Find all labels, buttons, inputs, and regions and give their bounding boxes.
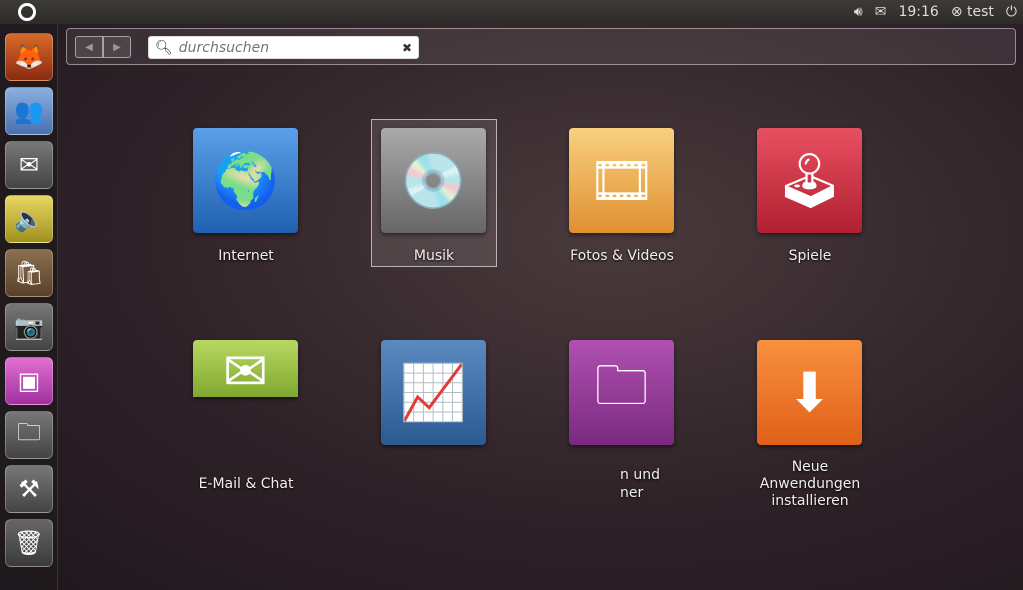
photos-videos-tile-icon[interactable]: 🎞 <box>569 128 674 233</box>
internet-label[interactable]: Internet <box>166 248 326 265</box>
office-chart-tile-icon[interactable]: 📈 <box>381 340 486 445</box>
ubuntu-logo-icon[interactable] <box>18 3 36 21</box>
launcher: 🦊 👥 ✉ 🔈 🛍 📷 ▣ 🗀 ⚒ 🗑 <box>0 24 58 590</box>
games-label[interactable]: Spiele <box>730 248 890 265</box>
photos-videos-label[interactable]: Fotos & Videos <box>542 248 702 265</box>
dash-search-bar: ◀ ▶ 🔍︎ ✖ <box>66 28 1016 65</box>
files-label-line2[interactable]: ner <box>620 485 680 502</box>
launcher-firefox-icon[interactable]: 🦊 <box>5 33 53 81</box>
launcher-rhythmbox-icon[interactable]: 🔈 <box>5 195 53 243</box>
files-folders-tile-icon[interactable]: 🗀 <box>569 340 674 445</box>
user-menu[interactable]: ⊗ test <box>951 4 994 20</box>
internet-tile-icon[interactable]: 🌍 <box>193 128 298 233</box>
power-icon[interactable]: ⏻ <box>1006 4 1017 20</box>
launcher-workspaces-icon[interactable]: ▣ <box>5 357 53 405</box>
volume-icon[interactable]: 🔊︎ <box>854 4 863 20</box>
clock[interactable]: 19:16 <box>898 4 938 20</box>
install-apps-label[interactable]: Neue Anwendungen installieren <box>740 459 880 510</box>
games-tile-icon[interactable]: 🕹 <box>757 128 862 233</box>
email-chat-label[interactable]: E-Mail & Chat <box>166 476 326 493</box>
search-input[interactable] <box>178 39 402 56</box>
user-name: test <box>967 4 994 20</box>
back-button[interactable]: ◀ <box>75 36 103 58</box>
search-field[interactable]: 🔍︎ ✖ <box>148 36 419 59</box>
user-icon: ⊗ <box>950 4 963 20</box>
email-chat-tile-icon[interactable]: ✉ <box>193 340 298 403</box>
launcher-software-center-icon[interactable]: 🛍 <box>5 249 53 297</box>
music-label[interactable]: Musik <box>354 248 514 265</box>
launcher-trash-icon[interactable]: 🗑 <box>5 519 53 567</box>
indicator-tray: 🔊︎ ✉ 19:16 ⊗ test ⏻ <box>854 0 1017 24</box>
forward-button[interactable]: ▶ <box>103 36 131 58</box>
files-label-line1[interactable]: n und <box>620 467 680 484</box>
launcher-mail-icon[interactable]: ✉ <box>5 141 53 189</box>
music-tile-icon[interactable]: 💿 <box>381 128 486 233</box>
launcher-settings-icon[interactable]: ⚒ <box>5 465 53 513</box>
mail-icon[interactable]: ✉ <box>875 4 887 20</box>
top-panel: 🔊︎ ✉ 19:16 ⊗ test ⏻ <box>0 0 1023 24</box>
clear-icon[interactable]: ✖ <box>402 41 412 55</box>
launcher-camera-icon[interactable]: 📷 <box>5 303 53 351</box>
launcher-files-icon[interactable]: 🗀 <box>5 411 53 459</box>
launcher-empathy-icon[interactable]: 👥 <box>5 87 53 135</box>
search-icon: 🔍︎ <box>155 39 173 56</box>
install-apps-tile-icon[interactable]: ⬇ <box>757 340 862 445</box>
